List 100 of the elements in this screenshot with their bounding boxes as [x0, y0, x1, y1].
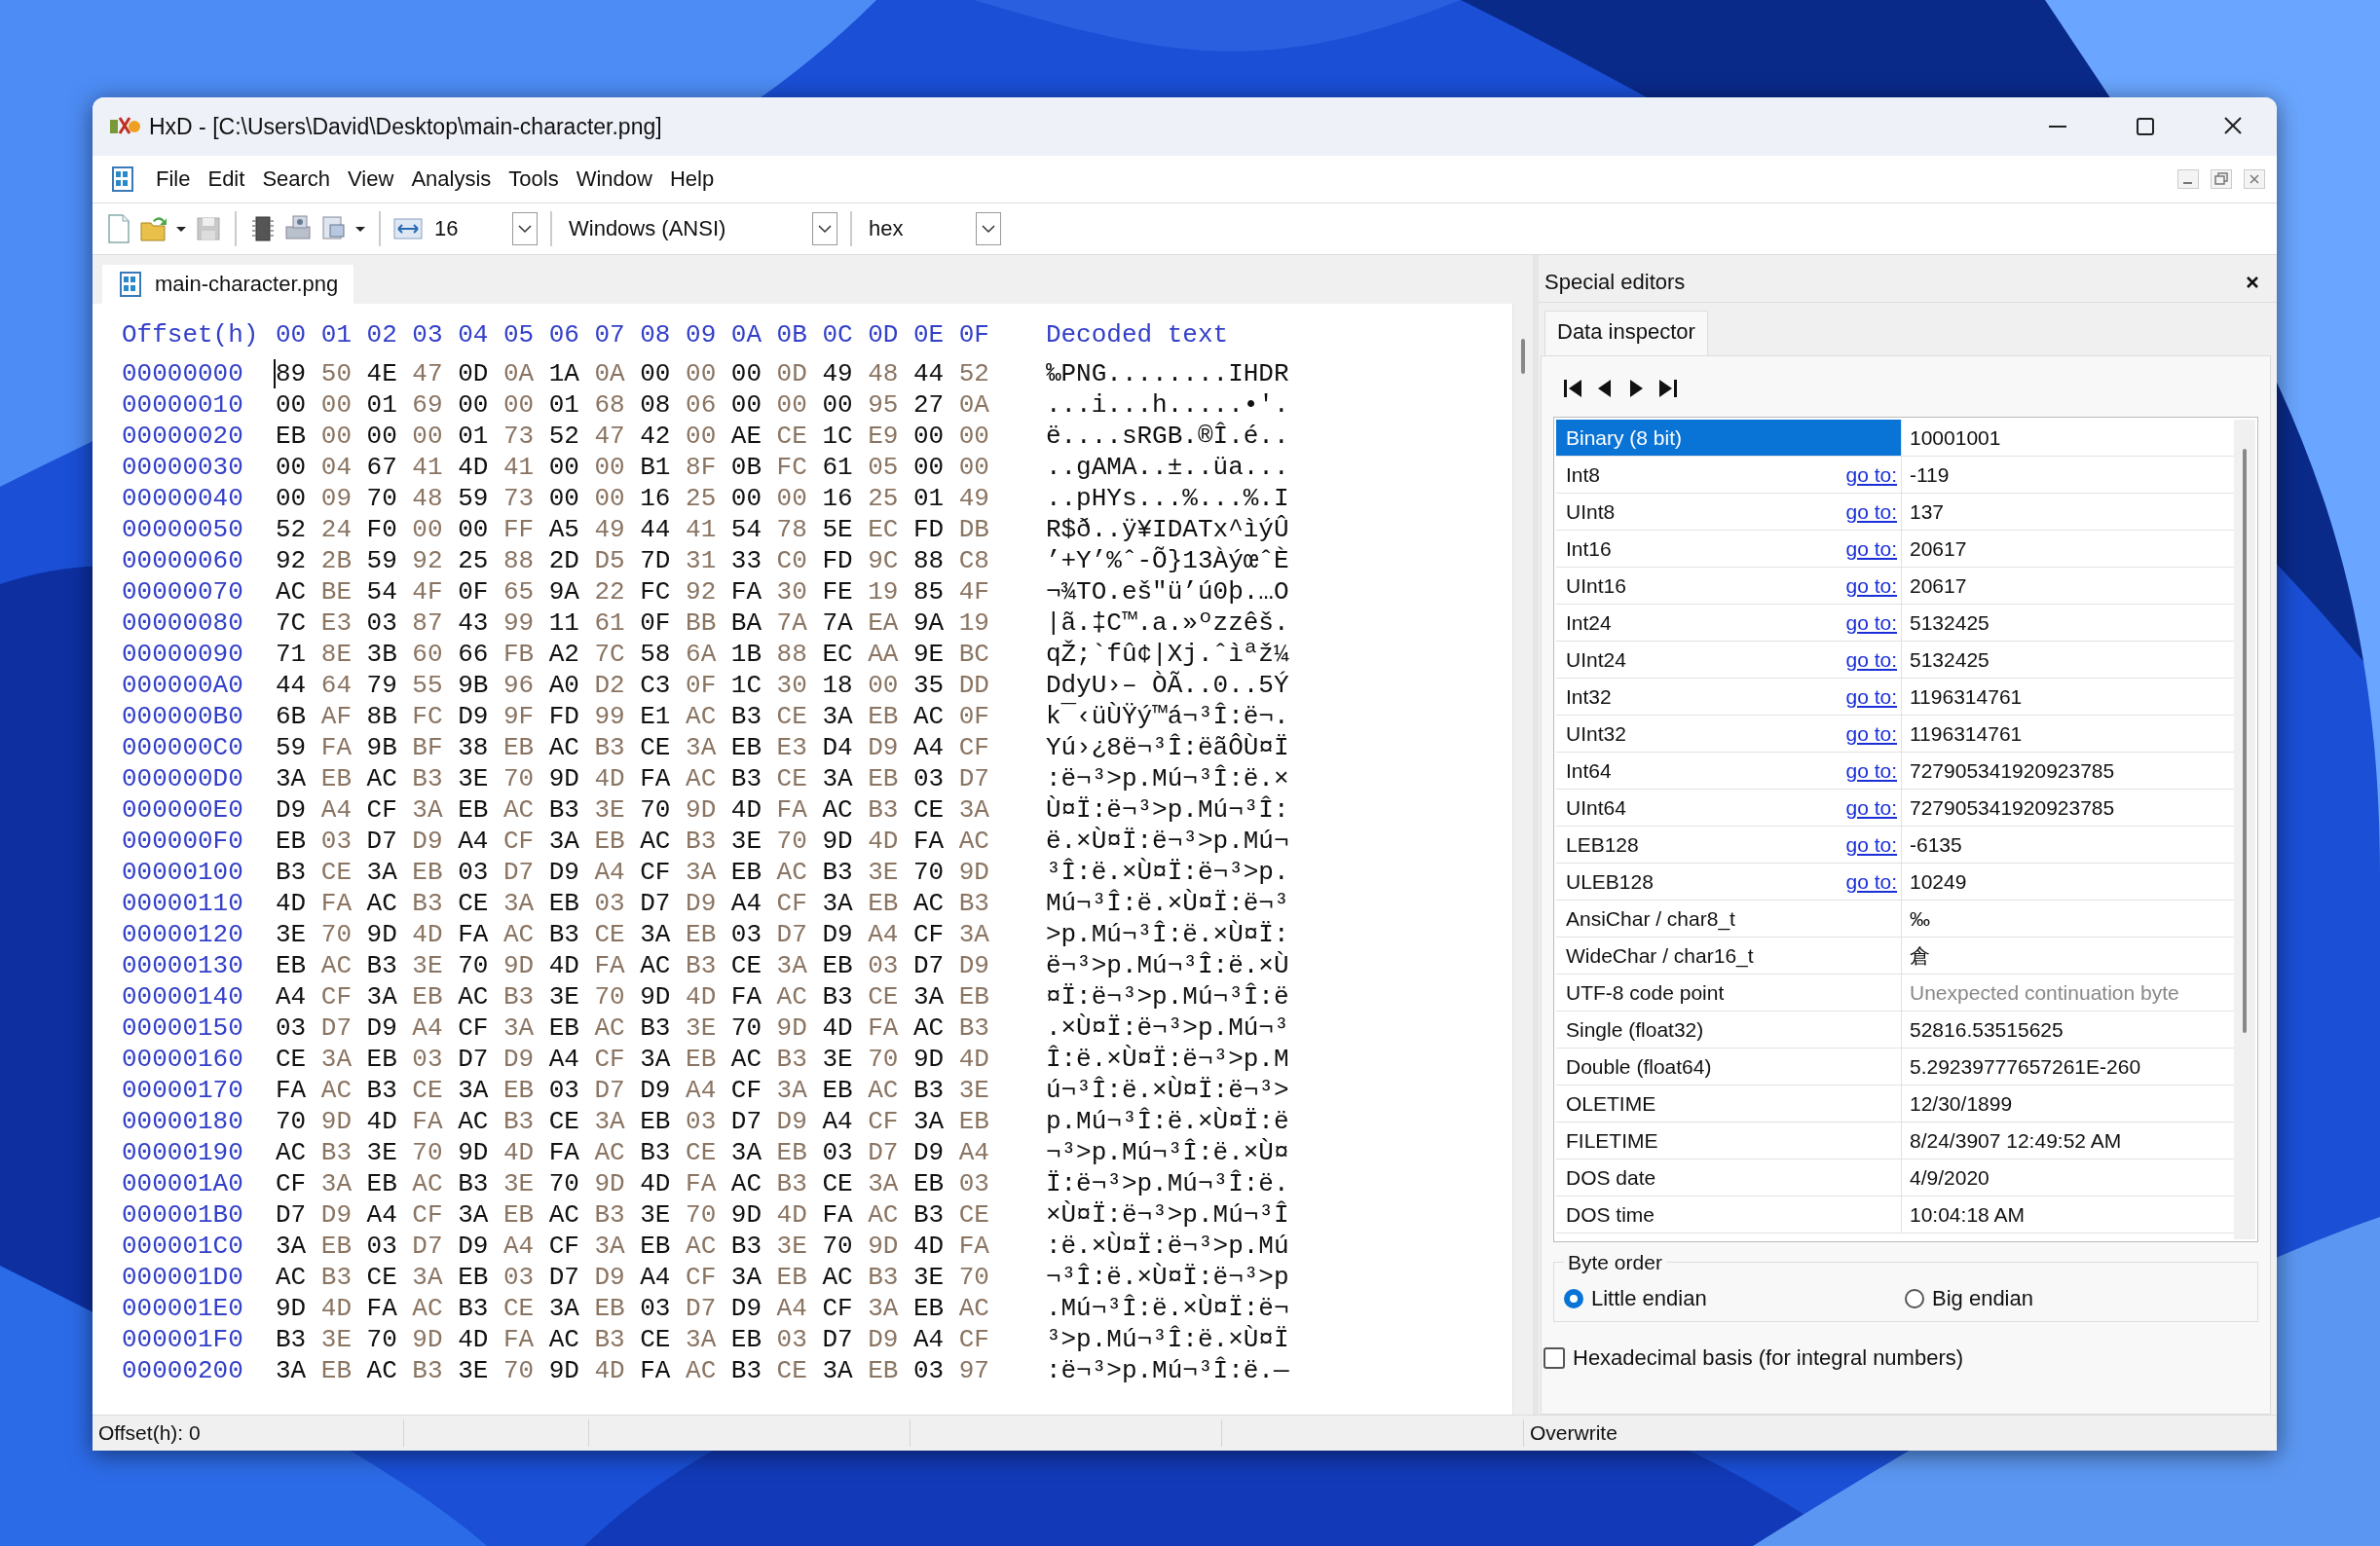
- menu-item[interactable]: Analysis: [402, 163, 501, 196]
- go-to-link[interactable]: go to:: [1845, 721, 1897, 746]
- hex-byte[interactable]: 3E: [730, 827, 762, 856]
- hex-byte[interactable]: 3E: [502, 1169, 535, 1198]
- go-to-link[interactable]: go to:: [1845, 684, 1897, 709]
- hex-byte[interactable]: E3: [320, 608, 352, 638]
- hex-byte[interactable]: EB: [548, 889, 579, 918]
- hex-byte[interactable]: B3: [822, 982, 853, 1012]
- hex-byte[interactable]: A4: [868, 920, 899, 949]
- hex-byte[interactable]: 00: [912, 453, 945, 482]
- hex-byte[interactable]: 01: [912, 484, 945, 513]
- hex-byte[interactable]: B3: [458, 1169, 489, 1198]
- hex-byte[interactable]: 9D: [822, 827, 853, 856]
- hex-byte[interactable]: 1C: [822, 422, 853, 451]
- hex-byte[interactable]: 7C: [276, 608, 307, 638]
- hex-byte[interactable]: 43: [458, 608, 489, 638]
- hex-byte[interactable]: C3: [640, 671, 671, 700]
- hex-byte[interactable]: A0: [548, 671, 579, 700]
- hex-byte[interactable]: 00: [686, 422, 717, 451]
- hex-byte[interactable]: 01: [548, 390, 579, 420]
- hex-byte[interactable]: 3E: [548, 982, 579, 1012]
- hex-byte[interactable]: 03: [912, 764, 945, 793]
- hex-byte[interactable]: 70: [366, 1325, 397, 1354]
- hex-byte[interactable]: D7: [320, 1013, 352, 1043]
- hex-byte[interactable]: 70: [868, 1045, 899, 1074]
- hex-byte[interactable]: 9D: [320, 1107, 352, 1136]
- hex-byte[interactable]: 03: [912, 1356, 945, 1385]
- hex-byte[interactable]: 92: [276, 546, 307, 575]
- hex-byte[interactable]: E1: [640, 702, 671, 731]
- row-label[interactable]: FILETIME: [1556, 1123, 1902, 1159]
- hex-byte[interactable]: 3A: [594, 1232, 625, 1261]
- hex-byte[interactable]: 9D: [412, 1325, 443, 1354]
- hex-byte[interactable]: 18: [822, 671, 853, 700]
- hex-byte[interactable]: 03: [868, 951, 899, 980]
- hex-byte[interactable]: AC: [730, 1169, 762, 1198]
- hex-byte[interactable]: AF: [320, 702, 352, 731]
- hex-byte[interactable]: AC: [640, 827, 671, 856]
- menu-item[interactable]: File: [147, 163, 200, 196]
- hex-byte[interactable]: 9D: [640, 982, 671, 1012]
- hex-byte[interactable]: AC: [686, 1232, 717, 1261]
- hex-byte[interactable]: B3: [730, 702, 762, 731]
- hex-byte[interactable]: 05: [868, 453, 899, 482]
- hex-byte[interactable]: EB: [412, 982, 443, 1012]
- hex-byte[interactable]: AC: [594, 1013, 625, 1043]
- hex-byte[interactable]: 44: [640, 515, 671, 544]
- hex-byte[interactable]: EB: [502, 733, 535, 762]
- hex-byte[interactable]: B3: [594, 1325, 625, 1354]
- hex-byte[interactable]: 96: [502, 671, 535, 700]
- hex-byte[interactable]: 3A: [548, 1294, 579, 1323]
- hex-byte[interactable]: 3A: [412, 1263, 443, 1292]
- hex-byte[interactable]: FA: [686, 1169, 717, 1198]
- hex-byte[interactable]: D7: [276, 1200, 307, 1230]
- hex-byte[interactable]: 3B: [366, 640, 397, 669]
- hex-byte[interactable]: 49: [594, 515, 625, 544]
- hex-byte[interactable]: 4D: [776, 1200, 807, 1230]
- row-label[interactable]: DOS time: [1556, 1196, 1902, 1233]
- hex-byte[interactable]: D9: [412, 827, 443, 856]
- hex-byte[interactable]: 3A: [868, 1169, 899, 1198]
- hex-byte[interactable]: 03: [822, 1138, 853, 1167]
- hex-byte[interactable]: 99: [594, 702, 625, 731]
- hex-byte[interactable]: 44: [276, 671, 307, 700]
- hex-byte[interactable]: AC: [276, 1263, 307, 1292]
- hex-byte[interactable]: CE: [366, 1263, 397, 1292]
- hex-byte[interactable]: AC: [502, 795, 535, 825]
- hex-byte[interactable]: D9: [458, 702, 489, 731]
- hex-byte[interactable]: 35: [912, 671, 945, 700]
- hex-byte[interactable]: 3A: [502, 1013, 535, 1043]
- row-label[interactable]: LEB128 go to:: [1556, 827, 1902, 863]
- menu-item[interactable]: View: [339, 163, 403, 196]
- hex-byte[interactable]: AC: [458, 1107, 489, 1136]
- hex-byte[interactable]: B3: [912, 1200, 945, 1230]
- hex-byte[interactable]: 3A: [686, 858, 717, 887]
- hex-byte[interactable]: 03: [548, 1076, 579, 1105]
- hex-byte[interactable]: 00: [776, 484, 807, 513]
- hex-byte[interactable]: 70: [730, 1013, 762, 1043]
- hex-byte[interactable]: CF: [958, 1325, 989, 1354]
- hex-byte[interactable]: A4: [958, 1138, 989, 1167]
- hex-byte[interactable]: 9D: [458, 1138, 489, 1167]
- hex-byte[interactable]: D7: [730, 1107, 762, 1136]
- go-to-link[interactable]: go to:: [1845, 758, 1897, 783]
- hex-byte[interactable]: EC: [868, 515, 899, 544]
- hex-byte[interactable]: 9E: [912, 640, 945, 669]
- hex-byte[interactable]: B3: [912, 1076, 945, 1105]
- hex-byte[interactable]: 50: [320, 359, 352, 388]
- hex-byte[interactable]: AC: [686, 764, 717, 793]
- hex-byte[interactable]: 11: [548, 608, 579, 638]
- hex-byte[interactable]: 25: [868, 484, 899, 513]
- hex-byte[interactable]: D7: [458, 1045, 489, 1074]
- hex-byte[interactable]: 3A: [276, 764, 307, 793]
- hex-byte[interactable]: A4: [730, 889, 762, 918]
- hex-byte[interactable]: 52: [276, 515, 307, 544]
- hex-byte[interactable]: CE: [730, 951, 762, 980]
- hex-byte[interactable]: 4D: [594, 764, 625, 793]
- hex-byte[interactable]: 3A: [458, 1076, 489, 1105]
- hex-byte[interactable]: 3A: [502, 889, 535, 918]
- hex-byte[interactable]: FB: [502, 640, 535, 669]
- hex-byte[interactable]: EB: [276, 827, 307, 856]
- hex-byte[interactable]: D9: [958, 951, 989, 980]
- hex-byte[interactable]: CE: [776, 422, 807, 451]
- hex-byte[interactable]: AC: [548, 1200, 579, 1230]
